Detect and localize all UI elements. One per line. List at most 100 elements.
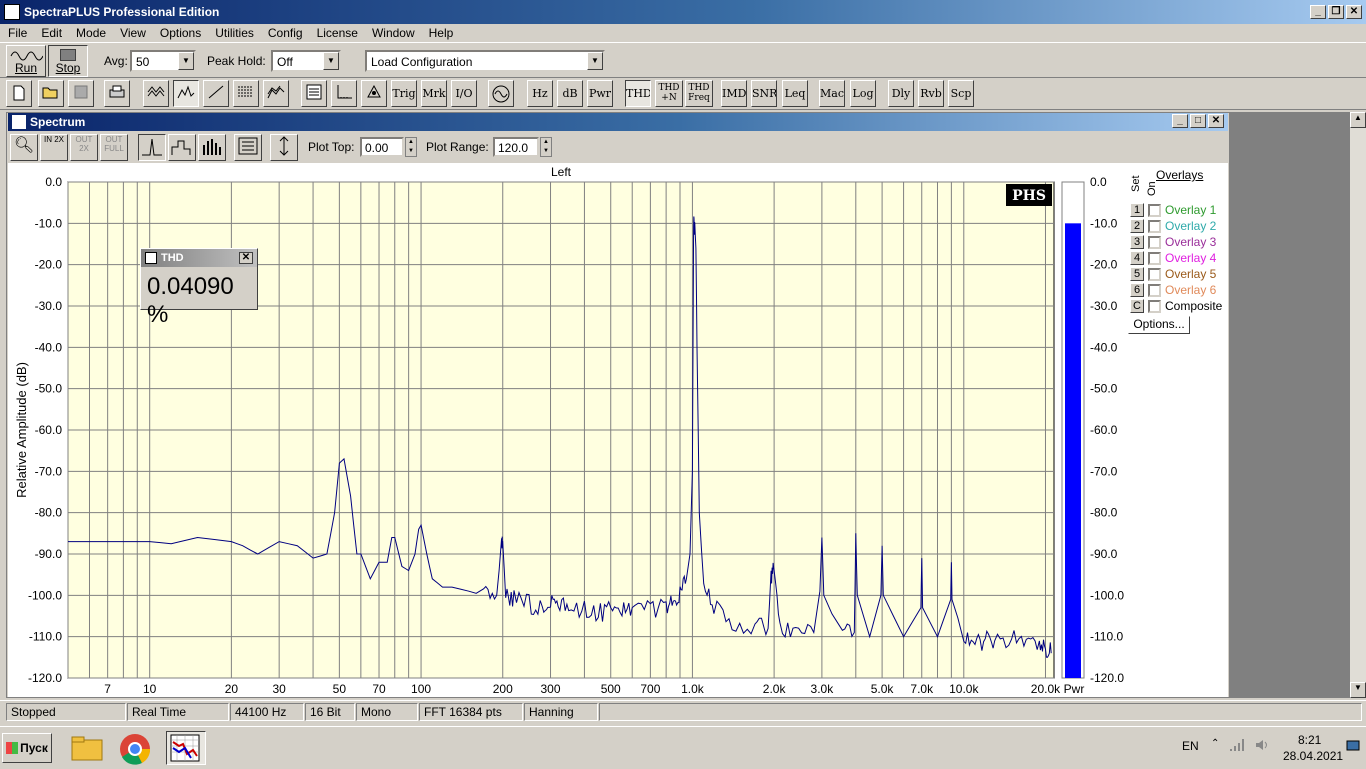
print-icon[interactable]	[104, 80, 130, 107]
spectrum-chart[interactable]: 0.0 0.0 -10.0 -10.0 -20.0 -20.0 -30.0 -30.0 -40.…	[8, 163, 1128, 697]
scroll-down-icon[interactable]: ▼	[1350, 682, 1366, 698]
leq-button[interactable]: Leq	[782, 80, 808, 107]
snr-button[interactable]: SNR	[751, 80, 777, 107]
thdn-button[interactable]: THD +N	[655, 80, 683, 107]
hz-button[interactable]: Hz	[527, 80, 553, 107]
thd-readout-window[interactable]: THD ✕ 0.04090 %	[140, 248, 258, 328]
pwr-button[interactable]: Pwr	[587, 80, 613, 107]
overlay-on-checkbox[interactable]	[1148, 251, 1161, 265]
io-button[interactable]: I/O	[451, 80, 477, 107]
scroll-up-icon[interactable]: ▲	[1350, 112, 1366, 128]
overlays-options-button[interactable]: Options...	[1128, 316, 1190, 334]
spectrum-icon[interactable]	[173, 80, 199, 107]
overlay-on-checkbox[interactable]	[1148, 283, 1161, 297]
trigger-button[interactable]: Trig	[391, 80, 417, 107]
minimize-icon[interactable]: _	[1310, 5, 1326, 19]
plot-top-input[interactable]: 0.00	[360, 137, 404, 157]
y-tick-label: -60.0	[35, 423, 63, 437]
network-icon[interactable]	[1228, 737, 1246, 756]
vertical-scrollbar[interactable]: ▲ ▼	[1350, 112, 1366, 698]
spectraplus-task-icon[interactable]	[166, 731, 206, 765]
plot-range-value: 120.0	[498, 141, 529, 155]
mac-button[interactable]: Mac	[819, 80, 845, 107]
overlay-set-button[interactable]: 1	[1130, 203, 1144, 217]
tray-expand-icon[interactable]: ⌃	[1211, 738, 1219, 749]
menu-file[interactable]: File	[0, 26, 33, 40]
scp-button[interactable]: Scp	[948, 80, 974, 107]
3d-surface-icon[interactable]	[263, 80, 289, 107]
overlay-set-button[interactable]: 4	[1130, 251, 1144, 265]
plot-settings-icon[interactable]	[234, 134, 262, 161]
zoom-icon[interactable]: 🔍︎	[10, 134, 38, 161]
close-icon[interactable]: ✕	[239, 252, 253, 264]
volume-icon[interactable]	[1254, 737, 1270, 756]
language-indicator[interactable]: EN	[1182, 739, 1199, 753]
thd-button[interactable]: THD	[625, 80, 651, 107]
overlay-set-button[interactable]: C	[1130, 299, 1144, 313]
overlay-on-checkbox[interactable]	[1148, 203, 1161, 217]
chevron-down-icon[interactable]: ▼	[178, 52, 194, 70]
imd-button[interactable]: IMD	[721, 80, 747, 107]
plot-range-input[interactable]: 120.0	[493, 137, 539, 157]
menu-view[interactable]: View	[112, 26, 152, 40]
menu-config[interactable]: Config	[260, 26, 309, 40]
signal-generator-icon[interactable]	[488, 80, 514, 107]
zoom-in-2x-icon[interactable]: IN 2X	[40, 134, 68, 161]
calibrate-icon[interactable]	[361, 80, 387, 107]
menu-license[interactable]: License	[309, 26, 364, 40]
overlay-on-checkbox[interactable]	[1148, 299, 1161, 313]
y-scale-icon[interactable]	[270, 134, 298, 161]
show-desktop-icon[interactable]	[1346, 739, 1360, 756]
minimize-icon[interactable]: _	[1172, 114, 1188, 128]
phase-icon[interactable]	[203, 80, 229, 107]
db-button[interactable]: dB	[557, 80, 583, 107]
overlay-set-button[interactable]: 3	[1130, 235, 1144, 249]
file-explorer-icon[interactable]	[68, 731, 108, 765]
bar-plot-icon[interactable]	[198, 134, 226, 161]
axis-icon[interactable]	[331, 80, 357, 107]
peak-hold-select[interactable]: Off ▼	[271, 50, 341, 72]
plot-range-spinner[interactable]: ▲ ▼	[540, 137, 552, 157]
overlay-set-button[interactable]: 6	[1130, 283, 1144, 297]
time-series-icon[interactable]	[143, 80, 169, 107]
restore-icon[interactable]: ❐	[1328, 5, 1344, 19]
new-file-icon[interactable]	[6, 80, 32, 107]
close-icon[interactable]: ✕	[1346, 5, 1362, 19]
save-disk-icon[interactable]	[68, 80, 94, 107]
bar-outline-plot-icon[interactable]	[168, 134, 196, 161]
zoom-out-full-icon[interactable]: OUT FULL	[100, 134, 128, 161]
overlay-set-button[interactable]: 2	[1130, 219, 1144, 233]
overlay-on-checkbox[interactable]	[1148, 267, 1161, 281]
line-plot-icon[interactable]	[138, 134, 166, 161]
menu-options[interactable]: Options	[152, 26, 207, 40]
menu-edit[interactable]: Edit	[33, 26, 68, 40]
menu-mode[interactable]: Mode	[68, 26, 112, 40]
open-folder-icon[interactable]	[38, 80, 64, 107]
stop-button[interactable]: Stop	[48, 45, 88, 77]
menu-utilities[interactable]: Utilities	[207, 26, 260, 40]
chrome-icon[interactable]	[116, 731, 156, 765]
spectrogram-icon[interactable]	[233, 80, 259, 107]
menu-help[interactable]: Help	[421, 26, 460, 40]
rvb-button[interactable]: Rvb	[918, 80, 944, 107]
overlay-on-checkbox[interactable]	[1148, 235, 1161, 249]
plot-top-spinner[interactable]: ▲ ▼	[405, 137, 417, 157]
run-button[interactable]: Run	[6, 45, 46, 77]
overlay-set-button[interactable]: 5	[1130, 267, 1144, 281]
thdfreq-button[interactable]: THD Freq	[685, 80, 713, 107]
config-select[interactable]: Load Configuration ▼	[365, 50, 605, 72]
marker-button[interactable]: Mrk	[421, 80, 447, 107]
avg-select[interactable]: 50 ▼	[130, 50, 196, 72]
chevron-down-icon[interactable]: ▼	[323, 52, 339, 70]
y-tick-label: -10.0	[35, 216, 63, 230]
zoom-out-2x-icon[interactable]: OUT 2X	[70, 134, 98, 161]
overlay-on-checkbox[interactable]	[1148, 219, 1161, 233]
menu-window[interactable]: Window	[364, 26, 421, 40]
maximize-icon[interactable]: □	[1190, 114, 1206, 128]
log-button[interactable]: Log	[850, 80, 876, 107]
settings-list-icon[interactable]	[301, 80, 327, 107]
start-button[interactable]: Пуск	[2, 733, 52, 763]
chevron-down-icon[interactable]: ▼	[587, 52, 603, 70]
dly-button[interactable]: Dly	[888, 80, 914, 107]
close-icon[interactable]: ✕	[1208, 114, 1224, 128]
